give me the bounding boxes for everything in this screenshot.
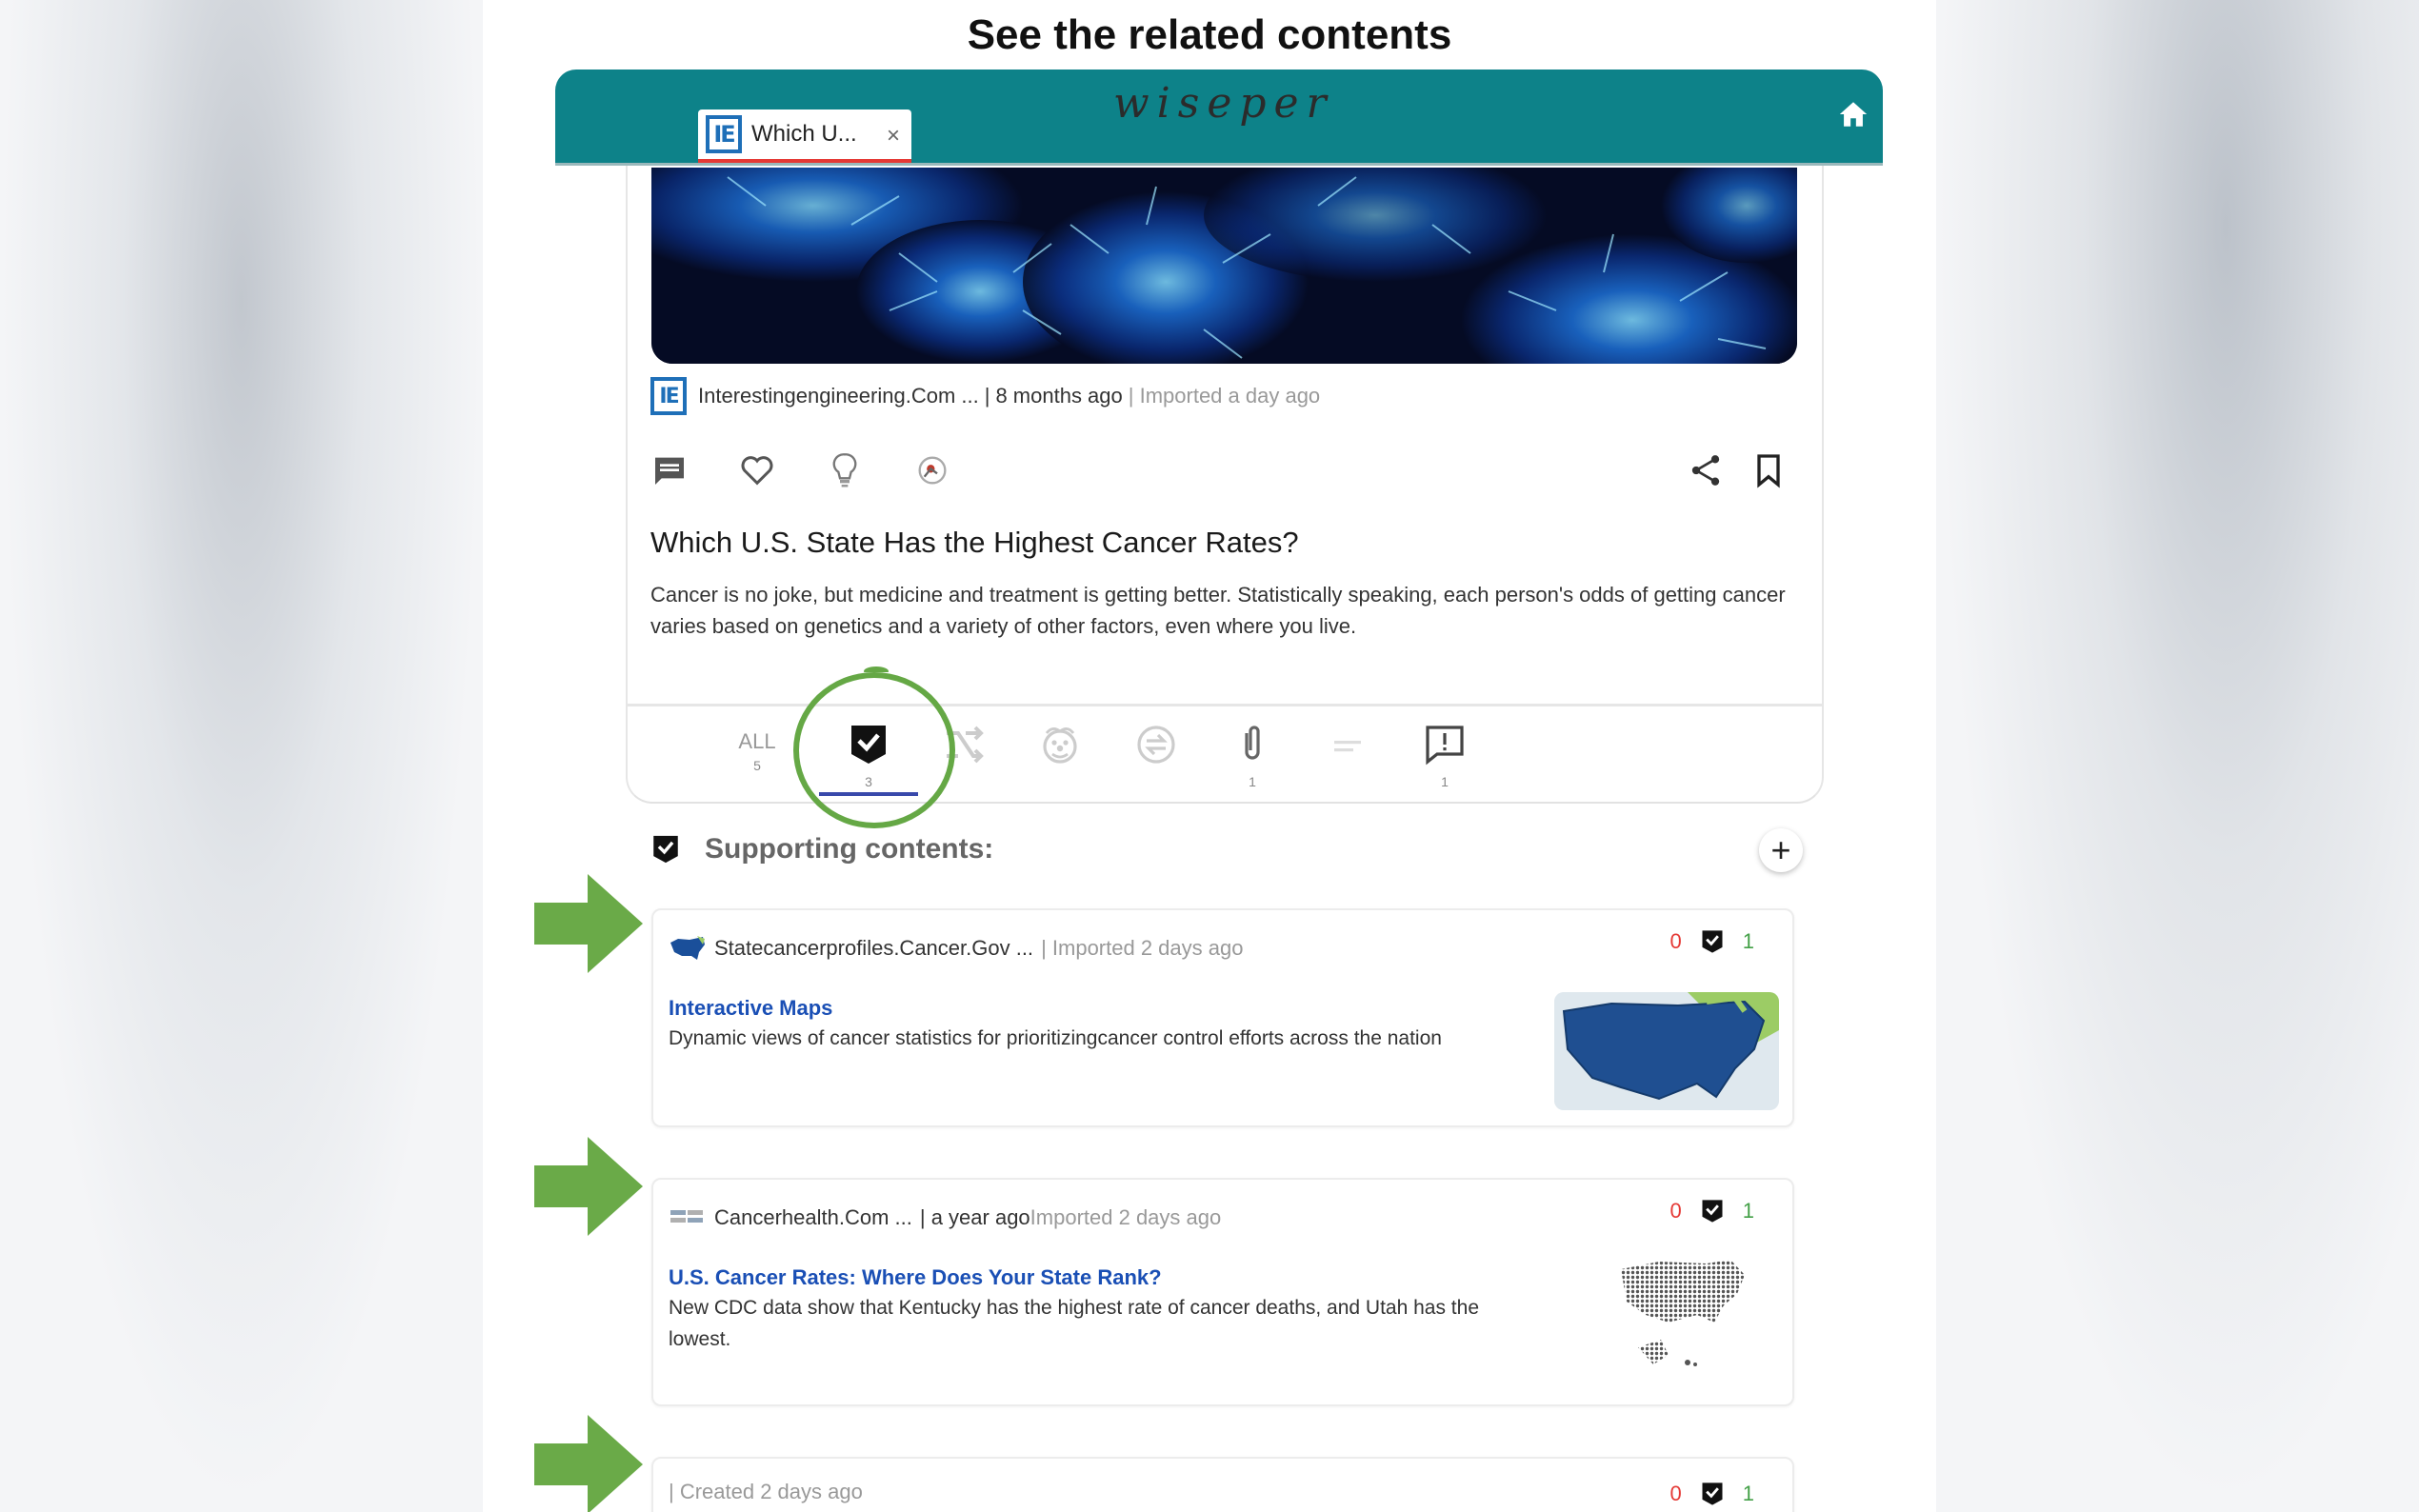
supporting-item-time: | Created 2 days ago [669, 1480, 863, 1503]
heart-icon[interactable] [738, 451, 776, 489]
supporting-shield-icon [653, 835, 678, 864]
article-description-line: Cancer is no joke, but medicine and trea… [650, 583, 1786, 607]
supporting-item-imported: Imported 2 days ago [1030, 1205, 1222, 1229]
home-icon[interactable] [1837, 98, 1869, 130]
filter-attachments-count: 1 [1249, 774, 1256, 789]
article-source[interactable]: Interestingengineering.Com ... [698, 384, 979, 408]
supporting-item-source[interactable]: Statecancerprofiles.Cancer.Gov ... [714, 936, 1033, 961]
supporting-header: Supporting contents: [650, 831, 993, 867]
green-arrow-annotation [534, 874, 643, 973]
article-published: 8 months ago [995, 384, 1123, 408]
share-icon[interactable] [1687, 451, 1725, 489]
vote-summary: 0 1 [1670, 927, 1755, 956]
insight-icon[interactable] [913, 451, 951, 489]
browser-tab[interactable]: IE Which U... × [698, 109, 911, 163]
exchange-icon [1137, 726, 1175, 764]
highlight-circle-tick [864, 666, 889, 676]
supporting-title: Supporting contents: [705, 833, 994, 865]
brand-logo[interactable]: wiseper [1113, 79, 1334, 128]
supporting-item-time: | a year ago [919, 1205, 1030, 1229]
source-logo-icon: IE [650, 377, 687, 415]
presentation-canvas: See the related contents IE Which U... ×… [483, 0, 1936, 1512]
filter-humor[interactable] [1022, 710, 1098, 802]
article-actions-right [1687, 451, 1788, 489]
article-imported: | Imported a day ago [1128, 384, 1321, 408]
green-arrow-annotation [534, 1137, 643, 1236]
supporting-item-description: Dynamic views of cancer statistics for p… [669, 1027, 1442, 1049]
equals-icon [1334, 741, 1361, 752]
background-blur-right [1936, 0, 2419, 1512]
supporting-shield-icon[interactable] [1699, 1197, 1726, 1225]
add-supporting-button[interactable]: + [1759, 828, 1803, 872]
supporting-shield-icon[interactable] [1699, 927, 1726, 956]
dotted-us-map-thumbnail[interactable] [1611, 1256, 1754, 1378]
article-actions [650, 451, 951, 489]
article-description-line: varies based on genetics and a variety o… [650, 614, 1357, 638]
filter-attachments[interactable]: 1 [1214, 710, 1290, 802]
vote-summary: 0 1 [1670, 1480, 1755, 1508]
supporting-item[interactable]: Statecancerprofiles.Cancer.Gov ... | Imp… [651, 908, 1794, 1127]
us-map-thumbnail[interactable] [1554, 992, 1779, 1110]
background-blur-left [0, 0, 483, 1512]
cancer-cells-image [651, 168, 1797, 364]
bookmark-icon[interactable] [1749, 451, 1788, 489]
supporting-item[interactable]: | Created 2 days ago 0 1 [651, 1457, 1794, 1512]
down-vote-count: 0 [1669, 929, 1682, 953]
slide-headline: See the related contents [967, 11, 1452, 58]
meta-separator: | [984, 384, 990, 408]
filter-all[interactable]: ALL 5 [719, 710, 795, 802]
supporting-shield-icon[interactable] [1699, 1480, 1726, 1508]
tab-close-icon[interactable]: × [887, 123, 900, 149]
down-vote-count: 0 [1669, 1482, 1682, 1505]
filter-all-count: 5 [753, 758, 761, 773]
dotted-us-map-image [1621, 1260, 1745, 1366]
feedback-alert-icon [1426, 726, 1464, 766]
paperclip-icon [1245, 726, 1260, 760]
tab-title: Which U... [751, 121, 857, 147]
supporting-item-meta: | Created 2 days ago [669, 1480, 863, 1504]
supporting-item-description-line: New CDC data show that Kentucky has the … [669, 1297, 1479, 1319]
filter-questions-count: 1 [1441, 774, 1449, 789]
filter-questions[interactable]: 1 [1407, 710, 1483, 802]
filter-exchange[interactable] [1118, 710, 1194, 802]
up-vote-count: 1 [1742, 929, 1754, 953]
up-vote-count: 1 [1742, 1482, 1754, 1505]
supporting-item-title[interactable]: Interactive Maps [669, 996, 832, 1021]
up-vote-count: 1 [1742, 1199, 1754, 1223]
highlight-circle-annotation [793, 672, 955, 828]
supporting-item-time: | Imported 2 days ago [1041, 936, 1244, 960]
supporting-item-meta: Statecancerprofiles.Cancer.Gov ... | Imp… [669, 933, 1243, 964]
filter-all-label: ALL [738, 729, 776, 753]
supporting-item-source[interactable]: Cancerhealth.Com ... [714, 1205, 912, 1230]
supporting-item[interactable]: Cancerhealth.Com ... | a year ago Import… [651, 1178, 1794, 1406]
article-description: Cancer is no joke, but medicine and trea… [650, 579, 1793, 642]
cancerhealth-logo-icon [670, 1210, 703, 1223]
down-vote-count: 0 [1669, 1199, 1682, 1223]
article-meta: IE Interestingengineering.Com ... | 8 mo… [650, 377, 1320, 415]
supporting-item-description: New CDC data show that Kentucky has the … [669, 1292, 1507, 1355]
us-map-image [1554, 992, 1779, 1110]
filter-neutral[interactable] [1309, 710, 1386, 802]
supporting-item-description-line: lowest. [669, 1328, 731, 1350]
interestingengineering-logo-icon: IE [706, 115, 742, 153]
green-arrow-annotation [534, 1415, 643, 1512]
app-header: IE Which U... × wiseper [555, 70, 1883, 165]
lightbulb-icon[interactable] [826, 451, 864, 489]
vote-summary: 0 1 [1670, 1197, 1755, 1225]
comment-icon[interactable] [650, 451, 689, 489]
supporting-item-meta: Cancerhealth.Com ... | a year ago Import… [669, 1203, 1221, 1233]
supporting-item-title[interactable]: U.S. Cancer Rates: Where Does Your State… [669, 1265, 1162, 1290]
us-map-source-icon [670, 936, 705, 960]
article-title[interactable]: Which U.S. State Has the Highest Cancer … [650, 526, 1299, 560]
article-hero-image[interactable] [651, 168, 1797, 364]
clown-face-icon [1043, 727, 1077, 764]
